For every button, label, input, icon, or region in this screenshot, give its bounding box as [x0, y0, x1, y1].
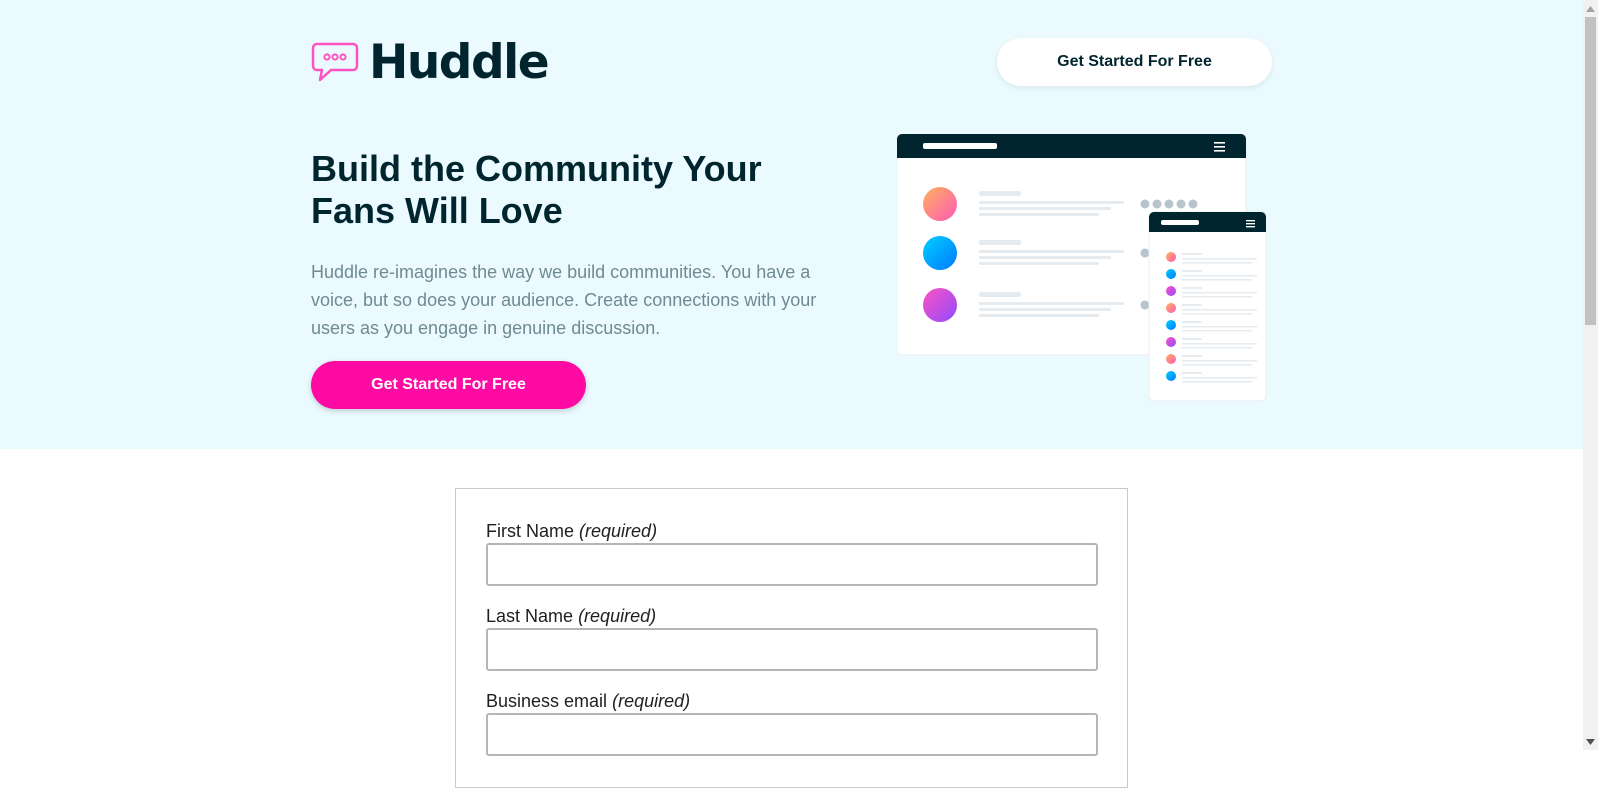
- signup-form: First Name (required) Last Name (require…: [455, 488, 1128, 788]
- hero-section: Huddle Get Started For Free Build the Co…: [0, 0, 1583, 449]
- hero-title: Build the Community Your Fans Will Love: [311, 148, 762, 231]
- page-scrollbar[interactable]: [1583, 0, 1598, 750]
- speech-bubble-icon: [311, 42, 359, 82]
- brand-logo[interactable]: Huddle: [311, 35, 550, 90]
- hero-get-started-button[interactable]: Get Started For Free: [311, 361, 586, 409]
- first-name-label: First Name (required): [486, 521, 658, 541]
- hero-description: Huddle re-imagines the way we build comm…: [311, 262, 817, 338]
- last-name-field[interactable]: [486, 628, 1098, 671]
- brand-name: Huddle: [369, 35, 550, 90]
- scroll-up-arrow-icon[interactable]: [1583, 0, 1598, 17]
- business-email-label: Business email (required): [486, 691, 691, 711]
- scroll-down-arrow-icon[interactable]: [1583, 733, 1598, 750]
- scrollbar-thumb[interactable]: [1585, 17, 1596, 325]
- app-mockup-illustration: [897, 134, 1267, 402]
- first-name-field[interactable]: [486, 543, 1098, 586]
- header-get-started-button[interactable]: Get Started For Free: [997, 38, 1272, 86]
- last-name-label: Last Name (required): [486, 606, 657, 626]
